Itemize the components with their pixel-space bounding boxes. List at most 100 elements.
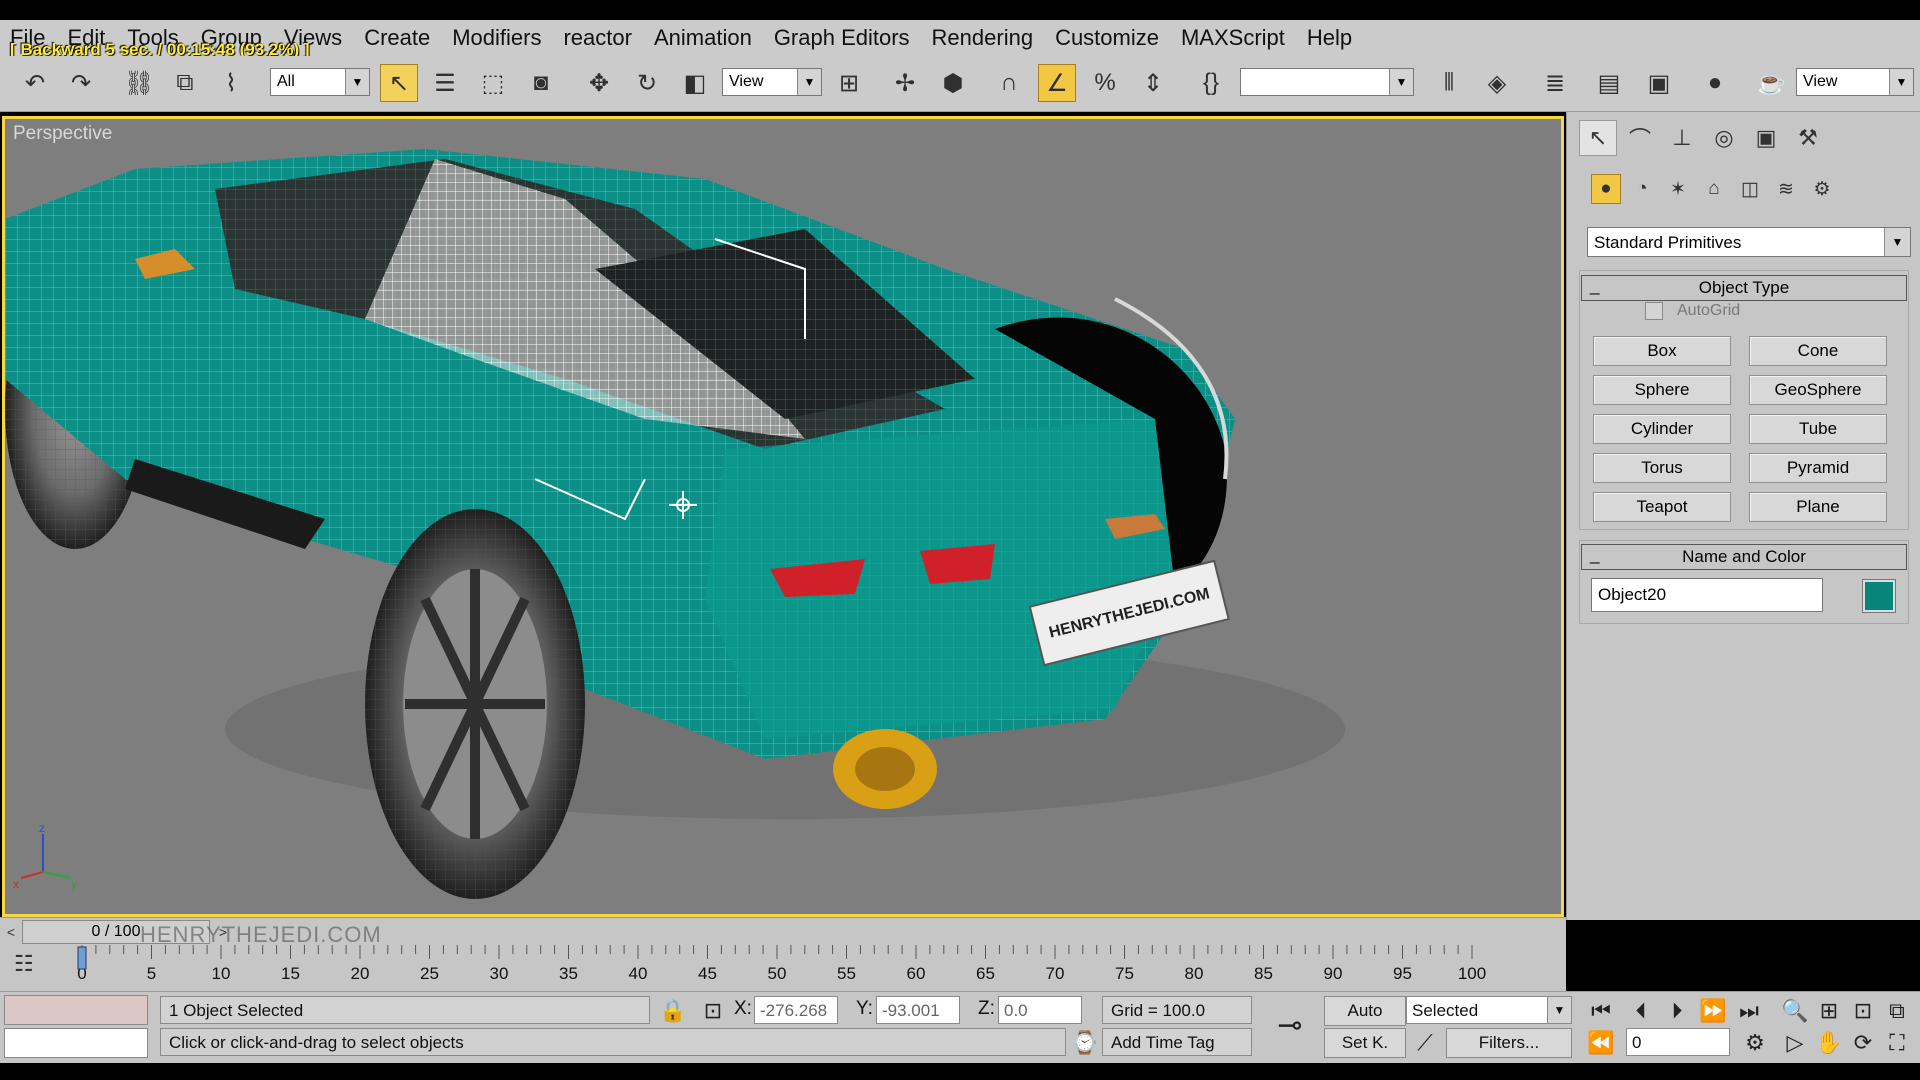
menu-help[interactable]: Help: [1307, 25, 1352, 51]
angle-snap-icon[interactable]: ∠: [1038, 64, 1076, 102]
key-icon[interactable]: ⊸: [1275, 1009, 1305, 1042]
edit-named-selection-icon[interactable]: {}: [1192, 64, 1230, 102]
menu-modifiers[interactable]: Modifiers: [452, 25, 541, 51]
space-warps-category-icon[interactable]: ≋: [1771, 174, 1801, 204]
pivot-center-icon[interactable]: ⊞: [830, 64, 868, 102]
select-move-icon[interactable]: ✥: [580, 64, 618, 102]
auto-key-button[interactable]: Auto: [1324, 996, 1406, 1026]
select-by-name-icon[interactable]: ☰: [426, 64, 464, 102]
select-scale-icon[interactable]: ◧: [676, 64, 714, 102]
time-configuration-icon[interactable]: ⚙: [1740, 1028, 1770, 1058]
helpers-category-icon[interactable]: ◫: [1735, 174, 1765, 204]
select-rotate-icon[interactable]: ↻: [628, 64, 666, 102]
go-to-start-icon[interactable]: ⏮: [1586, 996, 1616, 1026]
sphere-button[interactable]: Sphere: [1593, 375, 1731, 405]
redo-icon[interactable]: ↷: [62, 64, 100, 102]
schematic-view-icon[interactable]: ▣: [1640, 64, 1678, 102]
create-tab-icon[interactable]: ↖: [1579, 120, 1617, 156]
play-icon[interactable]: ⏵: [1662, 996, 1692, 1026]
set-key-button[interactable]: Set K.: [1324, 1028, 1406, 1058]
next-frame-icon[interactable]: ⏩: [1698, 996, 1728, 1026]
menu-customize[interactable]: Customize: [1055, 25, 1159, 51]
window-crossing-icon[interactable]: ◙: [522, 64, 560, 102]
zoom-icon[interactable]: 🔍: [1780, 996, 1810, 1026]
cameras-category-icon[interactable]: ⌂: [1699, 174, 1729, 204]
add-time-tag[interactable]: Add Time Tag: [1102, 1028, 1252, 1056]
arc-rotate-icon[interactable]: ⟳: [1848, 1028, 1878, 1058]
material-editor-icon[interactable]: ●: [1696, 64, 1734, 102]
systems-category-icon[interactable]: ⚙: [1807, 174, 1837, 204]
maxscript-input-mini[interactable]: [4, 1028, 148, 1058]
box-button[interactable]: Box: [1593, 336, 1731, 366]
maxscript-listener-mini[interactable]: [4, 995, 148, 1025]
current-frame-field[interactable]: 0: [1626, 1028, 1730, 1056]
viewport-label[interactable]: Perspective: [13, 123, 112, 145]
select-and-link-icon[interactable]: ⛓: [120, 64, 158, 102]
geosphere-button[interactable]: GeoSphere: [1749, 375, 1887, 405]
menu-rendering[interactable]: Rendering: [932, 25, 1034, 51]
perspective-viewport[interactable]: HENRYTHEJEDI.COM Perspective z x y: [2, 116, 1564, 917]
motion-tab-icon[interactable]: ◎: [1705, 120, 1743, 156]
select-manipulate-icon[interactable]: ✢: [886, 64, 924, 102]
shapes-category-icon[interactable]: ◔: [1627, 174, 1657, 204]
y-coordinate-field[interactable]: -93.001: [876, 996, 960, 1024]
align-icon[interactable]: ◈: [1478, 64, 1516, 102]
menu-maxscript[interactable]: MAXScript: [1181, 25, 1285, 51]
primitive-category-dropdown[interactable]: Standard Primitives ▼: [1587, 227, 1911, 257]
absolute-mode-icon[interactable]: ⊡: [698, 996, 728, 1026]
tube-button[interactable]: Tube: [1749, 414, 1887, 444]
current-frame-marker[interactable]: [77, 946, 87, 970]
x-coordinate-field[interactable]: -276.268: [754, 996, 838, 1024]
maximize-viewport-icon[interactable]: ⛶: [1882, 1028, 1912, 1058]
named-selection-dropdown[interactable]: ▼: [1240, 68, 1414, 96]
hierarchy-tab-icon[interactable]: ⊥: [1663, 120, 1701, 156]
object-name-input[interactable]: [1591, 578, 1823, 612]
zoom-extents-icon[interactable]: ⊡: [1848, 996, 1878, 1026]
utilities-tab-icon[interactable]: ⚒: [1789, 120, 1827, 156]
key-mode-dropdown[interactable]: Selected ▼: [1406, 996, 1572, 1024]
curve-editor-icon[interactable]: ▤: [1590, 64, 1628, 102]
cone-button[interactable]: Cone: [1749, 336, 1887, 366]
mirror-icon[interactable]: ⫴: [1430, 64, 1468, 102]
track-bar[interactable]: ☷ 0 5 10 15 20 25 30 35 40 45 50 55 60 65 70 75 80 85 90 95…: [0, 945, 1566, 991]
go-to-end-icon[interactable]: ⏭: [1734, 996, 1764, 1026]
spinner-snap-icon[interactable]: ⇕: [1134, 64, 1172, 102]
bind-space-warp-icon[interactable]: ⌇: [212, 64, 250, 102]
rectangular-selection-icon[interactable]: ⬚: [474, 64, 512, 102]
modify-tab-icon[interactable]: ⌒: [1621, 120, 1659, 156]
render-scene-icon[interactable]: ☕: [1752, 64, 1790, 102]
torus-button[interactable]: Torus: [1593, 453, 1731, 483]
name-color-header[interactable]: _ Name and Color: [1581, 544, 1907, 570]
autogrid-checkbox[interactable]: AutoGrid: [1645, 302, 1740, 320]
object-type-header[interactable]: _ Object Type: [1581, 275, 1907, 301]
chevron-left-icon[interactable]: <: [0, 921, 22, 943]
zoom-extents-all-icon[interactable]: ⧉: [1882, 996, 1912, 1026]
undo-icon[interactable]: ↶: [16, 64, 54, 102]
plane-button[interactable]: Plane: [1749, 492, 1887, 522]
key-filters-button[interactable]: Filters...: [1446, 1028, 1572, 1058]
object-color-swatch[interactable]: [1862, 579, 1896, 613]
layer-manager-icon[interactable]: ≣: [1536, 64, 1574, 102]
pyramid-button[interactable]: Pyramid: [1749, 453, 1887, 483]
lights-category-icon[interactable]: ✶: [1663, 174, 1693, 204]
render-type-dropdown[interactable]: View ▼: [1796, 68, 1914, 96]
select-object-icon[interactable]: ↖: [380, 64, 418, 102]
reference-coordinate-dropdown[interactable]: View ▼: [722, 68, 822, 96]
keyboard-shortcut-override-icon[interactable]: ⬢: [934, 64, 972, 102]
lock-icon[interactable]: 🔒: [658, 996, 688, 1026]
cylinder-button[interactable]: Cylinder: [1593, 414, 1731, 444]
snaps-toggle-icon[interactable]: ∩: [990, 64, 1028, 102]
menu-animation[interactable]: Animation: [654, 25, 752, 51]
time-tag-icon[interactable]: ⌚: [1070, 1028, 1100, 1058]
teapot-button[interactable]: Teapot: [1593, 492, 1731, 522]
pan-icon[interactable]: ✋: [1814, 1028, 1844, 1058]
track-ruler[interactable]: 0 5 10 15 20 25 30 35 40 45 50 55 60 65 70 75 80 85 90 95 10…: [76, 945, 1566, 991]
z-coordinate-field[interactable]: 0.0: [998, 996, 1082, 1024]
mini-curve-editor-icon[interactable]: ☷: [14, 951, 48, 981]
zoom-all-icon[interactable]: ⊞: [1814, 996, 1844, 1026]
previous-frame-icon[interactable]: ⏴: [1626, 996, 1656, 1026]
menu-create[interactable]: Create: [364, 25, 430, 51]
key-mode-toggle-icon[interactable]: ⏪: [1586, 1028, 1616, 1058]
menu-graph-editors[interactable]: Graph Editors: [774, 25, 910, 51]
car-model-scene[interactable]: HENRYTHEJEDI.COM: [5, 119, 1561, 914]
